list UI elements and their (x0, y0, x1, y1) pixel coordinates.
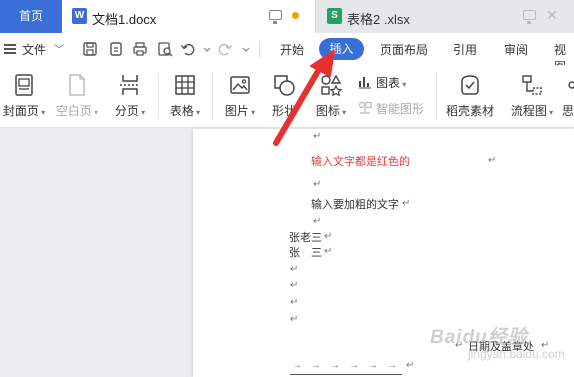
tab-document[interactable]: W 文档1.docx (62, 0, 316, 33)
chevron-down-icon[interactable]: ﹀ (54, 41, 64, 56)
name-line-2[interactable]: 张 三 (289, 244, 322, 260)
excel-file-icon: S (327, 8, 342, 24)
red-text-line[interactable]: 输入文字都是红色的 (311, 153, 410, 169)
table-icon (173, 73, 197, 97)
cover-page-button[interactable]: 封面页 ▾ (0, 65, 48, 128)
icons-label: 图标 ▾ (315, 104, 347, 118)
menu-divider (259, 42, 260, 58)
watermark-text: Baidu经验 (430, 327, 528, 348)
page-break-label: 分页 ▾ (114, 104, 146, 118)
paragraph-mark: ↵ (290, 280, 299, 291)
docer-material-button[interactable]: 稻壳素材 (440, 65, 500, 128)
picture-button[interactable]: 图片 ▾ (218, 65, 262, 128)
cover-page-icon (12, 73, 36, 97)
save-icon[interactable] (82, 41, 98, 57)
paragraph-mark: ↵ (406, 360, 424, 371)
print-preview-icon[interactable] (157, 41, 173, 57)
tab-bar: 首页 W 文档1.docx S 表格2 .xlsx ✕ (0, 0, 574, 33)
mindmap-label: 思 (562, 104, 574, 118)
paragraph-mark: ↵ (290, 264, 299, 275)
paragraph-mark: ↵ (313, 179, 322, 190)
chart-label: 图表 (376, 76, 401, 90)
paragraph-mark: ↵ (290, 314, 299, 325)
tab-spreadsheet[interactable]: S 表格2 .xlsx ✕ (317, 0, 574, 33)
undo-dropdown-icon[interactable] (199, 41, 211, 57)
blank-page-button[interactable]: 空白页 ▾ (52, 65, 102, 128)
print-icon[interactable] (132, 41, 148, 57)
icons-button[interactable]: 图标 ▾ (308, 65, 354, 128)
mindmap-button[interactable]: 思 (562, 65, 574, 128)
blank-page-icon (65, 73, 89, 97)
docer-material-label: 稻壳素材 (445, 104, 494, 118)
name-line-1[interactable]: 张老三 (289, 229, 322, 245)
ribbon-divider (158, 73, 159, 119)
cover-page-label: 封面页 ▾ (2, 104, 46, 118)
icons-library-icon (319, 73, 343, 97)
menu-references[interactable]: 引用 (453, 41, 477, 58)
bold-text-line[interactable]: 输入要加粗的文字 (311, 196, 399, 212)
monitor-icon[interactable] (523, 10, 536, 24)
tab-mark: → (292, 360, 311, 371)
flowchart-button[interactable]: 流程图 ▾ (504, 65, 560, 128)
undo-icon[interactable] (180, 41, 196, 57)
file-menu[interactable]: 文件 (22, 41, 46, 58)
paragraph-mark: ↵ (488, 155, 497, 166)
ribbon-divider (212, 73, 213, 119)
hamburger-menu-icon[interactable] (4, 44, 16, 54)
menu-home[interactable]: 开始 (280, 41, 304, 58)
paragraph-mark: ↵ (313, 131, 322, 142)
more-quick-tools-icon[interactable] (238, 41, 250, 57)
shape-label: 形状 (271, 104, 296, 118)
paragraph-mark: ↵ (290, 297, 299, 308)
watermark-url: jingyan.baidu.com (468, 347, 565, 361)
tab-mark: → (311, 360, 330, 371)
export-pdf-icon[interactable] (108, 41, 124, 57)
table-button[interactable]: 表格 ▾ (163, 65, 207, 128)
paragraph-mark: ↵ (313, 216, 322, 227)
tab-document-label: 文档1.docx (92, 12, 157, 27)
word-file-icon: W (72, 8, 87, 24)
tab-mark: → (330, 360, 349, 371)
smartart-button[interactable]: 智能图形 (358, 100, 424, 118)
menu-bar: 文件 ﹀ 开始 插入 页面布局 引用 审阅 视图 (0, 33, 574, 74)
baidu-watermark: Baidu经验 jingyan.baidu.com (430, 318, 570, 368)
menu-insert[interactable]: 插入 (319, 38, 364, 60)
shape-icon (272, 73, 296, 97)
menu-page-layout[interactable]: 页面布局 (380, 41, 428, 58)
picture-icon (228, 73, 252, 97)
mindmap-icon (566, 73, 574, 97)
unsaved-dot-icon (292, 12, 299, 19)
tab-mark: → (368, 360, 387, 371)
ribbon-divider (436, 73, 437, 119)
redo-icon[interactable] (217, 41, 233, 57)
paragraph-mark: ↵ (324, 246, 333, 257)
page-break-icon (118, 73, 142, 97)
tab-spreadsheet-label: 表格2 .xlsx (347, 12, 410, 27)
paragraph-mark: ↵ (402, 198, 411, 209)
chart-icon (358, 75, 372, 89)
smartart-label: 智能图形 (376, 102, 425, 116)
tab-home[interactable]: 首页 (0, 0, 62, 33)
tab-mark: → (387, 360, 406, 371)
smartart-icon (358, 101, 372, 115)
menu-review[interactable]: 审阅 (504, 41, 528, 58)
close-tab-icon[interactable]: ✕ (545, 8, 559, 22)
paragraph-mark: ↵ (324, 231, 333, 242)
flowchart-label: 流程图 ▾ (510, 104, 554, 118)
chart-button[interactable]: 图表 ▾ (358, 74, 406, 92)
monitor-icon[interactable] (269, 10, 282, 24)
docer-material-icon (458, 73, 482, 97)
tab-mark: → (349, 360, 368, 371)
tab-marks: →→→→→→↵ (292, 360, 423, 371)
insert-ribbon: 封面页 ▾ 空白页 ▾ 分页 ▾ 表格 ▾ 图片 ▾ 形状 图标 ▾ 图表 ▾ … (0, 65, 574, 128)
flowchart-icon (520, 73, 544, 97)
table-label: 表格 ▾ (169, 104, 201, 118)
underline-rule (290, 374, 402, 375)
page-break-button[interactable]: 分页 ▾ (107, 65, 153, 128)
shape-button[interactable]: 形状 (264, 65, 304, 128)
picture-label: 图片 ▾ (224, 104, 256, 118)
blank-page-label: 空白页 ▾ (55, 104, 99, 118)
